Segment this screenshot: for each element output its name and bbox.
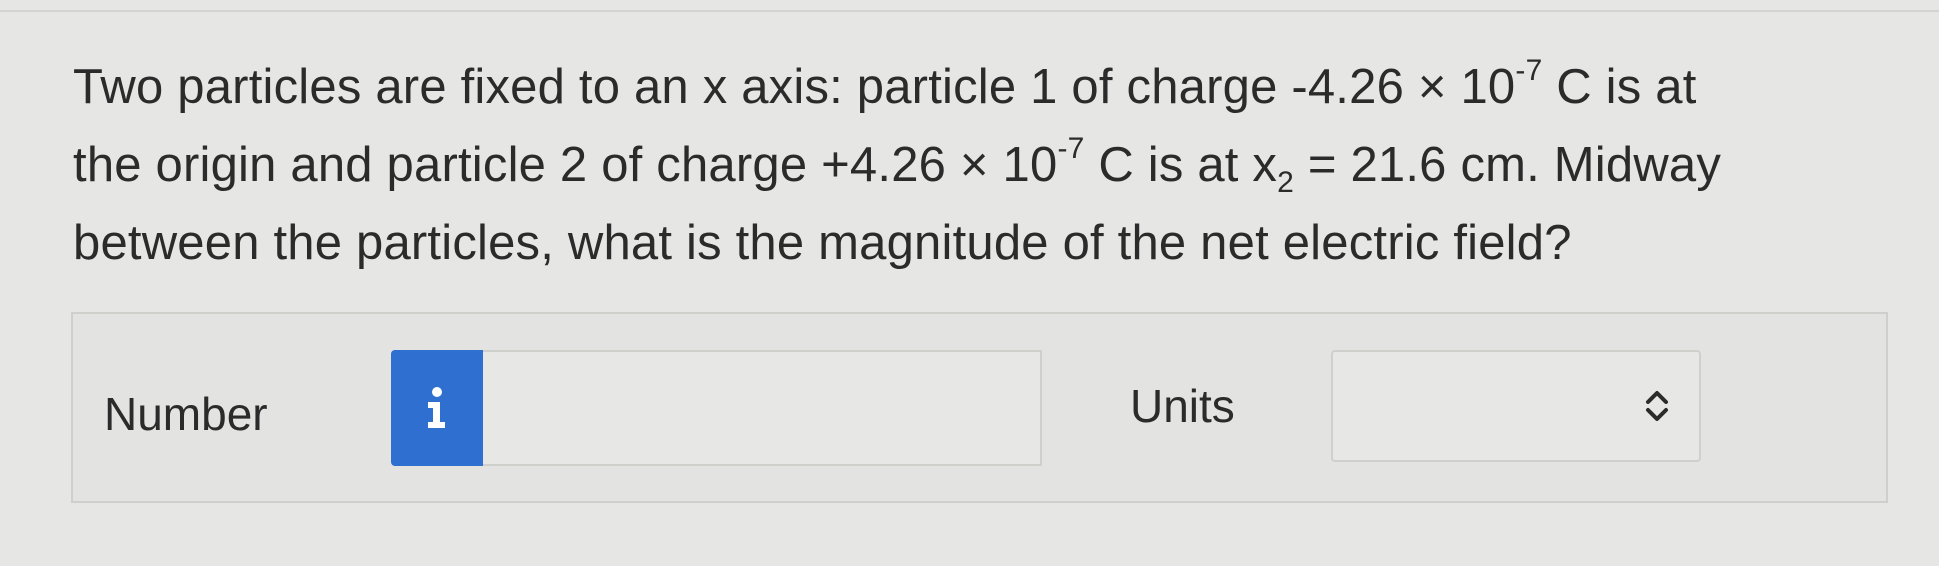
- question-line-3: between the particles, what is the magni…: [73, 216, 1572, 270]
- units-select[interactable]: [1331, 350, 1701, 462]
- number-input[interactable]: [483, 350, 1042, 466]
- exponent: -7: [1057, 131, 1085, 165]
- question-line-2-mid: C is at x: [1084, 138, 1278, 192]
- units-label: Units: [1130, 380, 1235, 432]
- question-line-1-tail: C is at: [1542, 60, 1697, 114]
- question-line-1-text: Two particles are fixed to an x axis: pa…: [73, 60, 1516, 114]
- exponent: -7: [1515, 53, 1543, 87]
- number-label: Number: [104, 388, 268, 440]
- subscript: 2: [1277, 165, 1295, 199]
- question-line-2: the origin and particle 2 of charge +4.2…: [73, 126, 1893, 204]
- chevron-up-down-icon: [1646, 391, 1668, 421]
- question-text: Two particles are fixed to an x axis: pa…: [73, 48, 1893, 282]
- info-icon: [428, 387, 445, 428]
- question-line-2-tail: = 21.6 cm. Midway: [1294, 138, 1722, 192]
- question-line-2-text: the origin and particle 2 of charge +4.2…: [73, 138, 1058, 192]
- top-divider: [0, 10, 1939, 12]
- info-button[interactable]: [391, 350, 483, 466]
- question-line-1: Two particles are fixed to an x axis: pa…: [73, 48, 1893, 126]
